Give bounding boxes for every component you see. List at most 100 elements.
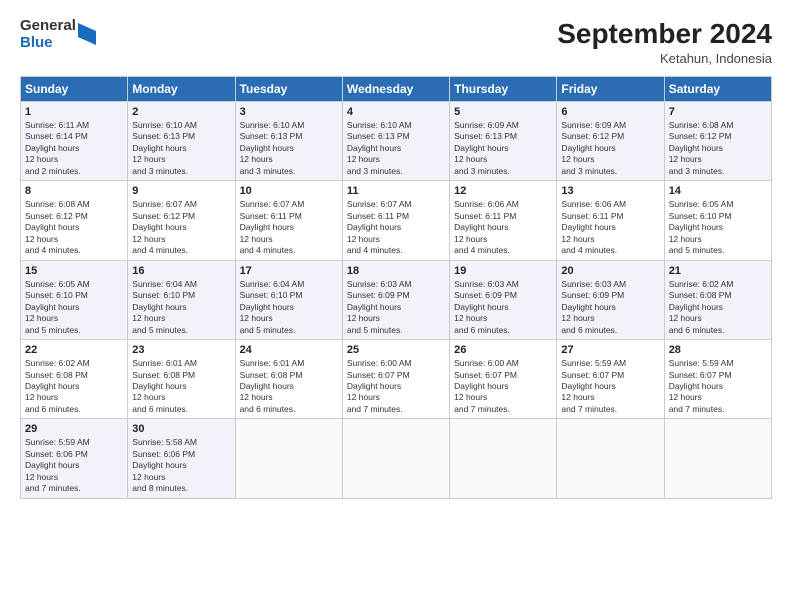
day-number: 11: [347, 185, 445, 197]
cell-info: Sunrise: 5:59 AMSunset: 6:06 PMDaylight …: [25, 437, 123, 494]
cell-info: Sunrise: 6:01 AMSunset: 6:08 PMDaylight …: [132, 358, 230, 415]
day-header: Tuesday: [235, 77, 342, 102]
day-number: 23: [132, 344, 230, 356]
cell-info: Sunrise: 6:11 AMSunset: 6:14 PMDaylight …: [25, 120, 123, 177]
day-number: 7: [669, 106, 767, 118]
logo-icon: [78, 23, 96, 45]
calendar-cell: 6 Sunrise: 6:09 AMSunset: 6:12 PMDaylight…: [557, 102, 664, 181]
calendar-cell: 1 Sunrise: 6:11 AMSunset: 6:14 PMDaylight…: [21, 102, 128, 181]
day-number: 6: [561, 106, 659, 118]
calendar-cell: 29 Sunrise: 5:59 AMSunset: 6:06 PMDayligh…: [21, 419, 128, 498]
day-number: 17: [240, 265, 338, 277]
calendar-cell: 14 Sunrise: 6:05 AMSunset: 6:10 PMDayligh…: [664, 181, 771, 260]
day-header: Wednesday: [342, 77, 449, 102]
title-block: September 2024 Ketahun, Indonesia: [557, 18, 772, 66]
day-number: 5: [454, 106, 552, 118]
day-number: 9: [132, 185, 230, 197]
cell-info: Sunrise: 6:05 AMSunset: 6:10 PMDaylight …: [669, 199, 767, 256]
calendar-cell: 20 Sunrise: 6:03 AMSunset: 6:09 PMDayligh…: [557, 260, 664, 339]
calendar-cell: 13Sunrise: 6:06 AMSunset: 6:11 PMDayligh…: [557, 181, 664, 260]
cell-info: Sunrise: 6:06 AMSunset: 6:11 PMDaylight …: [454, 199, 552, 256]
calendar-cell: [235, 419, 342, 498]
calendar-week-row: 1 Sunrise: 6:11 AMSunset: 6:14 PMDaylight…: [21, 102, 772, 181]
day-number: 4: [347, 106, 445, 118]
calendar-cell: [664, 419, 771, 498]
cell-info: Sunrise: 6:07 AMSunset: 6:11 PMDaylight …: [240, 199, 338, 256]
day-number: 2: [132, 106, 230, 118]
cell-info: Sunrise: 6:03 AMSunset: 6:09 PMDaylight …: [561, 279, 659, 336]
logo-general: General: [20, 18, 76, 35]
calendar-cell: 21 Sunrise: 6:02 AMSunset: 6:08 PMDayligh…: [664, 260, 771, 339]
calendar-cell: 28 Sunrise: 5:59 AMSunset: 6:07 PMDayligh…: [664, 340, 771, 419]
day-header: Saturday: [664, 77, 771, 102]
cell-info: Sunrise: 6:02 AMSunset: 6:08 PMDaylight …: [669, 279, 767, 336]
calendar-week-row: 15Sunrise: 6:05 AMSunset: 6:10 PMDayligh…: [21, 260, 772, 339]
cell-info: Sunrise: 6:10 AMSunset: 6:13 PMDaylight …: [132, 120, 230, 177]
day-number: 19: [454, 265, 552, 277]
calendar-cell: 5 Sunrise: 6:09 AMSunset: 6:13 PMDaylight…: [450, 102, 557, 181]
calendar-cell: 7 Sunrise: 6:08 AMSunset: 6:12 PMDaylight…: [664, 102, 771, 181]
day-header: Friday: [557, 77, 664, 102]
day-number: 12: [454, 185, 552, 197]
cell-info: Sunrise: 6:04 AMSunset: 6:10 PMDaylight …: [240, 279, 338, 336]
cell-info: Sunrise: 6:03 AMSunset: 6:09 PMDaylight …: [454, 279, 552, 336]
day-number: 15: [25, 265, 123, 277]
day-number: 27: [561, 344, 659, 356]
day-number: 28: [669, 344, 767, 356]
cell-info: Sunrise: 6:08 AMSunset: 6:12 PMDaylight …: [669, 120, 767, 177]
day-number: 29: [25, 423, 123, 435]
calendar-week-row: 8 Sunrise: 6:08 AMSunset: 6:12 PMDaylight…: [21, 181, 772, 260]
day-number: 22: [25, 344, 123, 356]
day-header: Sunday: [21, 77, 128, 102]
calendar-cell: 23 Sunrise: 6:01 AMSunset: 6:08 PMDayligh…: [128, 340, 235, 419]
cell-info: Sunrise: 6:10 AMSunset: 6:13 PMDaylight …: [240, 120, 338, 177]
day-number: 16: [132, 265, 230, 277]
cell-info: Sunrise: 5:58 AMSunset: 6:06 PMDaylight …: [132, 437, 230, 494]
calendar-cell: 27Sunrise: 5:59 AMSunset: 6:07 PMDayligh…: [557, 340, 664, 419]
logo: General Blue: [20, 18, 96, 51]
logo-blue: Blue: [20, 35, 76, 52]
day-number: 21: [669, 265, 767, 277]
cell-info: Sunrise: 6:06 AMSunset: 6:11 PMDaylight …: [561, 199, 659, 256]
day-number: 3: [240, 106, 338, 118]
calendar-cell: 24 Sunrise: 6:01 AMSunset: 6:08 PMDayligh…: [235, 340, 342, 419]
day-number: 24: [240, 344, 338, 356]
day-number: 25: [347, 344, 445, 356]
calendar-week-row: 22 Sunrise: 6:02 AMSunset: 6:08 PMDayligh…: [21, 340, 772, 419]
day-header: Monday: [128, 77, 235, 102]
cell-info: Sunrise: 6:08 AMSunset: 6:12 PMDaylight …: [25, 199, 123, 256]
day-number: 20: [561, 265, 659, 277]
calendar-cell: 12 Sunrise: 6:06 AMSunset: 6:11 PMDayligh…: [450, 181, 557, 260]
cell-info: Sunrise: 6:00 AMSunset: 6:07 PMDaylight …: [347, 358, 445, 415]
calendar: SundayMondayTuesdayWednesdayThursdayFrid…: [20, 76, 772, 499]
cell-info: Sunrise: 6:02 AMSunset: 6:08 PMDaylight …: [25, 358, 123, 415]
page: General Blue September 2024 Ketahun, Ind…: [0, 0, 792, 612]
month-title: September 2024: [557, 18, 772, 50]
calendar-cell: 15Sunrise: 6:05 AMSunset: 6:10 PMDayligh…: [21, 260, 128, 339]
calendar-cell: 22 Sunrise: 6:02 AMSunset: 6:08 PMDayligh…: [21, 340, 128, 419]
calendar-cell: 30Sunrise: 5:58 AMSunset: 6:06 PMDayligh…: [128, 419, 235, 498]
calendar-cell: 25 Sunrise: 6:00 AMSunset: 6:07 PMDayligh…: [342, 340, 449, 419]
day-number: 14: [669, 185, 767, 197]
cell-info: Sunrise: 6:10 AMSunset: 6:13 PMDaylight …: [347, 120, 445, 177]
calendar-cell: 8 Sunrise: 6:08 AMSunset: 6:12 PMDaylight…: [21, 181, 128, 260]
cell-info: Sunrise: 6:09 AMSunset: 6:13 PMDaylight …: [454, 120, 552, 177]
calendar-cell: 11 Sunrise: 6:07 AMSunset: 6:11 PMDayligh…: [342, 181, 449, 260]
subtitle: Ketahun, Indonesia: [557, 51, 772, 66]
cell-info: Sunrise: 6:09 AMSunset: 6:12 PMDaylight …: [561, 120, 659, 177]
calendar-cell: 9 Sunrise: 6:07 AMSunset: 6:12 PMDaylight…: [128, 181, 235, 260]
calendar-header-row: SundayMondayTuesdayWednesdayThursdayFrid…: [21, 77, 772, 102]
cell-info: Sunrise: 6:07 AMSunset: 6:11 PMDaylight …: [347, 199, 445, 256]
day-number: 18: [347, 265, 445, 277]
cell-info: Sunrise: 6:01 AMSunset: 6:08 PMDaylight …: [240, 358, 338, 415]
calendar-cell: 3 Sunrise: 6:10 AMSunset: 6:13 PMDaylight…: [235, 102, 342, 181]
day-number: 1: [25, 106, 123, 118]
day-number: 8: [25, 185, 123, 197]
header: General Blue September 2024 Ketahun, Ind…: [20, 18, 772, 66]
cell-info: Sunrise: 6:07 AMSunset: 6:12 PMDaylight …: [132, 199, 230, 256]
calendar-cell: [557, 419, 664, 498]
cell-info: Sunrise: 6:03 AMSunset: 6:09 PMDaylight …: [347, 279, 445, 336]
calendar-cell: 10Sunrise: 6:07 AMSunset: 6:11 PMDayligh…: [235, 181, 342, 260]
cell-info: Sunrise: 5:59 AMSunset: 6:07 PMDaylight …: [669, 358, 767, 415]
calendar-cell: [342, 419, 449, 498]
